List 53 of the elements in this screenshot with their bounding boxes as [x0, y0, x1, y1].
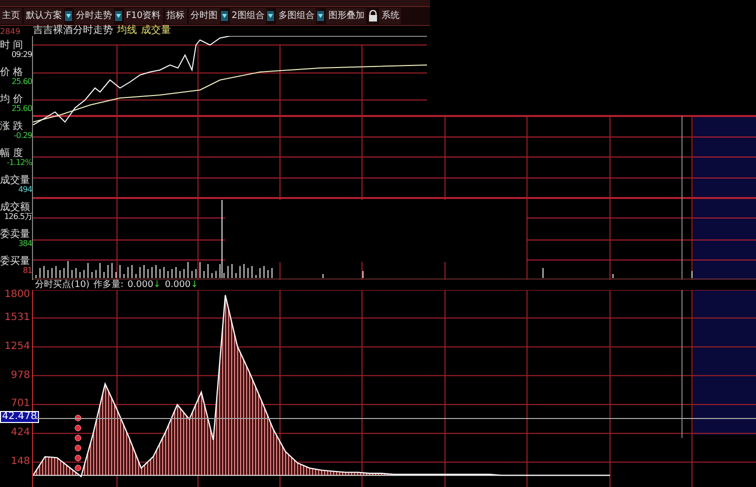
info-label: 成交量 [0, 176, 30, 186]
toolbar-button[interactable]: 分时走势 [74, 8, 114, 24]
info-label: 时 间 [0, 40, 24, 51]
caret-icon[interactable] [267, 11, 274, 21]
toolbar-button[interactable]: 2图组合 [230, 8, 266, 24]
toolbar-button[interactable]: 分时图 [188, 8, 220, 24]
buy-point-marker [74, 464, 82, 472]
info-value: 81 [22, 267, 32, 276]
info-value: 384 [17, 240, 32, 248]
info-label: 价 格 [0, 68, 24, 78]
info-label: 涨 跌 [0, 122, 24, 132]
axis-label: 978 [10, 370, 30, 381]
chart-title: 吉吉裸酒分时走势 [33, 26, 113, 36]
info-value: 09:29 [10, 50, 32, 59]
down-arrow: ↓ [190, 280, 198, 290]
toolbar-button[interactable]: 图形叠加 [326, 8, 366, 24]
indicator-name: 分时买点(10) [35, 280, 90, 290]
info-label: 成交额 [0, 203, 30, 214]
chart-title: 成交量 [141, 26, 171, 36]
indicator-label: 作多量: [93, 280, 124, 290]
toolbar-button[interactable]: 多图组合 [276, 8, 316, 24]
info-value: 25.60 [10, 78, 32, 86]
toolbar-button[interactable]: 系统 [379, 8, 402, 24]
axis-label: 1800 [4, 290, 30, 300]
down-arrow: ↓ [153, 280, 161, 290]
caret-icon[interactable] [317, 11, 324, 21]
info-label: 委买量 [0, 257, 30, 268]
buy-point-marker [74, 434, 82, 442]
buy-point-marker [74, 424, 82, 432]
axis-label: 701 [10, 399, 30, 410]
buy-point-marker [74, 444, 82, 452]
axis-label: 1254 [4, 342, 30, 352]
buy-point-marker [74, 454, 82, 462]
info-label: 均 价 [0, 94, 24, 105]
axis-label: 2849 [0, 28, 22, 36]
toolbar-button[interactable]: 主页 [0, 8, 22, 24]
chart-title: 均线 [117, 26, 137, 36]
info-value: 494 [17, 186, 32, 194]
info-value: -1.12% [6, 158, 32, 167]
toolbar-button[interactable]: 指标 [164, 8, 187, 24]
axis-label: 1531 [4, 313, 30, 324]
info-value: 126.5万 [3, 213, 32, 222]
axis-label: 148 [10, 457, 30, 468]
toolbar-button[interactable]: 默认方案 [24, 8, 64, 24]
indicator-value: 0.000 [164, 280, 191, 290]
info-value: 25.60 [10, 104, 32, 113]
info-label: 委卖量 [0, 230, 30, 240]
info-label: 幅 度 [0, 148, 24, 159]
indicator-value: 0.000 [128, 280, 154, 290]
axis-label: 424 [10, 428, 30, 438]
caret-icon[interactable] [220, 11, 228, 21]
toolbar-button[interactable]: F10资料 [124, 8, 163, 24]
info-value: -0.29 [12, 132, 32, 140]
